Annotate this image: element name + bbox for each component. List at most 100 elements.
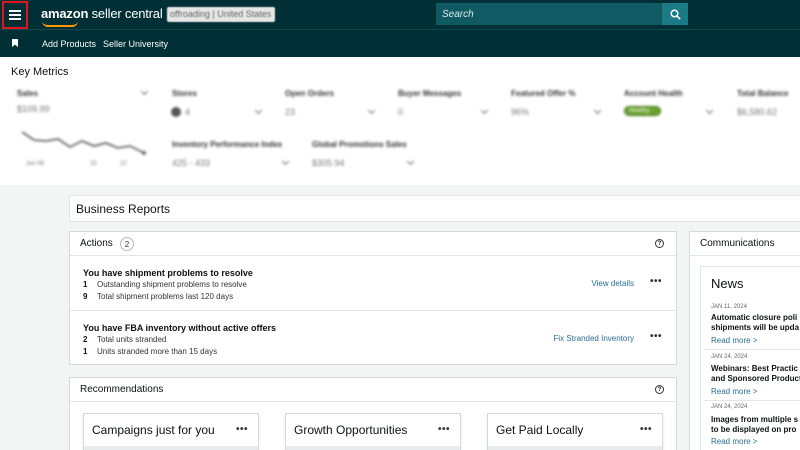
metric-stores-value[interactable]: 4 (185, 107, 190, 117)
action-row: 9 Total shipment problems last 120 days (83, 292, 233, 301)
top-navigation-bar: amazon seller central offroading | Unite… (0, 0, 800, 30)
hamburger-menu-icon (9, 10, 21, 20)
help-circle-icon[interactable]: ? (655, 385, 664, 394)
action-row-text: Total units stranded (97, 335, 167, 344)
news-headline[interactable]: Automatic closure poli (711, 313, 797, 323)
action-row: 1 Outstanding shipment problems to resolv… (83, 280, 247, 289)
action-title: You have FBA inventory without active of… (83, 323, 277, 333)
chevron-down-icon[interactable] (480, 106, 489, 115)
card-image-strip (488, 446, 662, 450)
action-item-fba-inventory: You have FBA inventory without active of… (70, 317, 676, 371)
action-row-count: 1 (83, 347, 88, 356)
more-options-icon[interactable]: ••• (640, 424, 652, 435)
news-headline[interactable]: Webinars: Best Practic (711, 364, 798, 374)
nav-link-add-products[interactable]: Add Products (42, 39, 96, 49)
news-date: JAN 11, 2024 (711, 304, 747, 310)
chevron-down-icon[interactable] (705, 106, 714, 115)
nav-link-seller-university[interactable]: Seller University (103, 39, 168, 49)
chevron-down-icon[interactable] (140, 87, 149, 96)
communications-title: Communications (700, 238, 775, 249)
account-health-status-badge[interactable]: Healthy (624, 106, 661, 116)
news-date: JAN 24, 2024 (711, 354, 748, 360)
read-more-link[interactable]: Read more > (711, 336, 757, 345)
divider (70, 310, 676, 311)
metric-open-orders-value[interactable]: 23 (285, 107, 295, 117)
chevron-down-icon[interactable] (281, 157, 290, 166)
metric-stores-label: Stores (172, 89, 197, 98)
actions-card-header: Actions 2 ? (70, 232, 676, 256)
more-options-icon[interactable]: ••• (650, 276, 662, 287)
logo-smile-icon (42, 21, 78, 27)
more-options-icon[interactable]: ••• (236, 424, 248, 435)
actions-count-badge: 2 (120, 237, 134, 251)
actions-card: Actions 2 ? You have shipment problems t… (69, 231, 677, 365)
sales-sparkline: Jun 08 15 22 (21, 131, 146, 167)
action-row: 1 Units stranded more than 15 days (83, 347, 217, 356)
key-metrics-panel: Key Metrics Sales $109.99 Jun 08 15 22 S… (0, 57, 800, 185)
action-row-text: Outstanding shipment problems to resolve (97, 280, 247, 289)
action-row-count: 9 (83, 292, 88, 301)
logo-brand: amazon (41, 6, 89, 21)
chevron-down-icon[interactable] (593, 106, 602, 115)
business-reports-title: Business Reports (76, 202, 171, 216)
fix-stranded-inventory-link[interactable]: Fix Stranded Inventory (554, 334, 634, 343)
metric-inventory-performance-label: Inventory Performance Index (172, 140, 283, 149)
sparkline-tick: Jun 08 (26, 161, 45, 167)
chevron-down-icon[interactable] (367, 106, 376, 115)
recommendation-card-title: Campaigns just for you (92, 423, 215, 437)
action-title: You have shipment problems to resolve (83, 268, 253, 278)
more-options-icon[interactable]: ••• (650, 331, 662, 342)
communications-card-header: Communications (690, 232, 800, 256)
card-image-strip (286, 446, 460, 450)
chevron-down-icon[interactable] (254, 106, 263, 115)
view-details-link[interactable]: View details (591, 279, 634, 288)
action-row-count: 2 (83, 335, 88, 344)
news-headline[interactable]: shipments will be upda (711, 323, 799, 333)
read-more-link[interactable]: Read more > (711, 437, 757, 446)
recommendations-card-header: Recommendations ? (70, 378, 676, 402)
recommendation-card-growth[interactable]: Growth Opportunities ••• (285, 413, 461, 450)
store-selector[interactable]: offroading | United States (167, 7, 275, 22)
logo-product: seller central (88, 6, 163, 21)
recommendations-title: Recommendations (80, 384, 164, 395)
sparkline-tick: 15 (90, 161, 97, 167)
seller-central-logo[interactable]: amazon seller central (41, 6, 163, 27)
metric-total-balance-value[interactable]: $6,580.62 (737, 107, 777, 117)
metric-featured-offer-value[interactable]: 96% (511, 107, 529, 117)
metric-featured-offer-label: Featured Offer % (511, 89, 576, 98)
action-row: 2 Total units stranded (83, 335, 166, 344)
divider (704, 349, 800, 350)
help-circle-icon[interactable]: ? (655, 239, 664, 248)
divider (704, 400, 800, 401)
recommendation-card-title: Get Paid Locally (496, 423, 584, 437)
more-options-icon[interactable]: ••• (438, 424, 450, 435)
news-date: JAN 24, 2024 (711, 404, 748, 410)
action-item-shipment-problems: You have shipment problems to resolve 1O… (70, 262, 676, 316)
metric-buyer-messages-value[interactable]: 0 (398, 107, 403, 117)
search-button[interactable] (662, 3, 688, 25)
action-row-text: Total shipment problems last 120 days (97, 292, 234, 301)
search-input[interactable] (436, 3, 662, 25)
secondary-navigation-bar: Add Products Seller University (0, 30, 800, 57)
recommendation-card-get-paid[interactable]: Get Paid Locally ••• (487, 413, 663, 450)
news-title: News (711, 276, 744, 291)
read-more-link[interactable]: Read more > (711, 387, 757, 396)
account-health-value: Healthy (629, 108, 650, 114)
metric-sales-label: Sales (17, 89, 38, 98)
hamburger-menu-button[interactable] (2, 1, 28, 29)
actions-title: Actions (80, 238, 113, 249)
search-icon (669, 8, 681, 20)
bookmark-icon[interactable] (12, 39, 18, 47)
action-row-text: Units stranded more than 15 days (97, 347, 218, 356)
chevron-down-icon[interactable] (406, 157, 415, 166)
news-headline[interactable]: Images from multiple s (711, 415, 798, 425)
news-headline[interactable]: to be displayed on pro (711, 425, 796, 435)
metric-sales-value[interactable]: $109.99 (17, 104, 50, 114)
recommendation-card-title: Growth Opportunities (294, 423, 408, 437)
metric-account-health-label: Account Health (624, 89, 683, 98)
metric-inventory-performance-value[interactable]: 425 - 433 (172, 158, 210, 168)
news-headline[interactable]: and Sponsored Product (711, 374, 800, 384)
recommendation-card-campaigns[interactable]: Campaigns just for you ••• (83, 413, 259, 450)
metric-global-promotions-value[interactable]: $305.94 (312, 158, 345, 168)
business-reports-card[interactable]: Business Reports (69, 195, 800, 222)
